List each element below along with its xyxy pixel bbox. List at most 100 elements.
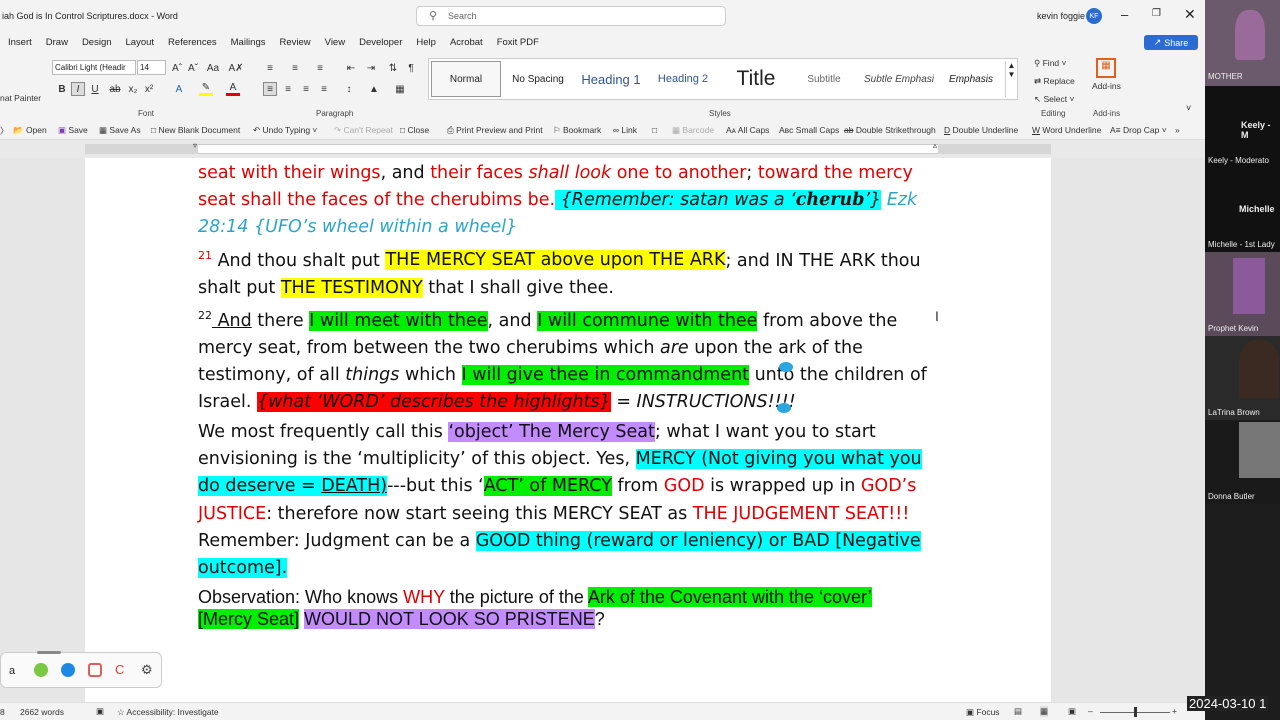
align-left-icon[interactable]: ≡ bbox=[263, 82, 277, 96]
share-button[interactable]: ↗ Share bbox=[1144, 35, 1198, 50]
change-case-icon[interactable]: Aa bbox=[206, 61, 220, 75]
restore-icon[interactable]: ❐ bbox=[1152, 8, 1161, 19]
qat-undo[interactable]: ↶ Undo Typing ˅ bbox=[253, 125, 317, 136]
qat-open[interactable]: 📂 Open bbox=[13, 125, 47, 136]
participant-tile-prophet-kevin[interactable]: Prophet Kevin bbox=[1205, 252, 1280, 336]
menu-design[interactable]: Design bbox=[82, 33, 112, 53]
increase-indent-icon[interactable]: ⇥ bbox=[364, 61, 378, 75]
right-indent-marker-icon[interactable]: ▵ bbox=[933, 141, 937, 150]
zoom-slider-thumb[interactable] bbox=[1134, 707, 1137, 717]
font-color-icon[interactable]: A bbox=[226, 82, 240, 96]
browser-icon[interactable] bbox=[61, 663, 75, 677]
qat-all-caps[interactable]: Aᴀ All Caps bbox=[726, 125, 769, 135]
print-layout-icon[interactable]: ▦ bbox=[1040, 706, 1049, 717]
focus-button[interactable]: ▣ Focus bbox=[966, 707, 1000, 718]
app-bar-grip[interactable] bbox=[37, 651, 61, 654]
proofing-icon[interactable]: ▣ bbox=[96, 706, 104, 717]
qat-double-strikethrough[interactable]: ab Double Strikethrough bbox=[844, 125, 936, 135]
decrease-indent-icon[interactable]: ⇤ bbox=[344, 61, 358, 75]
align-right-icon[interactable]: ≡ bbox=[299, 82, 313, 96]
qat-page-icon[interactable]: □ bbox=[652, 125, 657, 135]
participant-tile-latrina[interactable]: LaTrina Brown bbox=[1205, 336, 1280, 420]
text-effects-icon[interactable]: A bbox=[172, 82, 186, 96]
underline-icon[interactable]: U bbox=[88, 82, 102, 96]
qat-word-underline[interactable]: W Word Underline bbox=[1032, 125, 1101, 135]
show-marks-icon[interactable]: ¶ bbox=[404, 61, 418, 75]
menu-layout[interactable]: Layout bbox=[126, 33, 155, 53]
select-button[interactable]: ↖ Select ˅ bbox=[1034, 94, 1074, 105]
zoom-in-icon[interactable]: + bbox=[1172, 706, 1177, 716]
participant-tile-mother[interactable]: MOTHER bbox=[1205, 0, 1280, 86]
style-title[interactable]: Title bbox=[721, 61, 791, 97]
read-mode-icon[interactable]: ▤ bbox=[1014, 706, 1022, 717]
borders-icon[interactable]: ▦ bbox=[393, 82, 407, 96]
qat-double-underline[interactable]: D Double Underline bbox=[944, 125, 1018, 135]
play-icon[interactable] bbox=[34, 663, 48, 677]
qat-barcode[interactable]: ▦ Barcode bbox=[672, 125, 714, 136]
web-layout-icon[interactable]: ▣ bbox=[1068, 706, 1076, 717]
menu-help[interactable]: Help bbox=[416, 33, 436, 53]
settings-gear-icon[interactable]: ⚙ bbox=[141, 662, 153, 678]
style-no-spacing[interactable]: No Spacing bbox=[505, 61, 571, 97]
indent-marker-icon[interactable]: ▿ bbox=[193, 141, 197, 150]
menu-foxit-pdf[interactable]: Foxit PDF bbox=[497, 33, 539, 53]
line-spacing-icon[interactable]: ↕ bbox=[342, 82, 356, 96]
menu-references[interactable]: References bbox=[168, 33, 217, 53]
participant-tile-michelle[interactable]: Michelle Michelle - 1st Lady bbox=[1205, 168, 1280, 252]
paragraph-2[interactable]: We most frequently call this ‘object’ Th… bbox=[198, 419, 958, 582]
clear-format-icon[interactable]: A✗ bbox=[228, 61, 243, 75]
amazon-icon[interactable]: a bbox=[9, 665, 15, 677]
format-painter-label[interactable]: nat Painter bbox=[0, 93, 41, 103]
qat-small-caps[interactable]: Aʙᴄ Small Caps bbox=[779, 125, 839, 135]
word-count[interactable]: 2662 words bbox=[20, 707, 64, 717]
sort-icon[interactable]: ⇅ bbox=[386, 61, 400, 75]
menu-view[interactable]: View bbox=[325, 33, 345, 53]
accessibility-status[interactable]: ☆ Accessibility: Investigate bbox=[117, 707, 219, 718]
style-subtle-emphasis[interactable]: Subtle Emphasi bbox=[859, 61, 939, 97]
qat-new-document[interactable]: □ New Blank Document bbox=[151, 125, 240, 135]
numbering-icon[interactable]: ≡ bbox=[288, 61, 302, 75]
align-center-icon[interactable]: ≡ bbox=[281, 82, 295, 96]
highlight-icon[interactable]: ✎ bbox=[199, 82, 213, 96]
multilevel-icon[interactable]: ≡ bbox=[313, 61, 327, 75]
justify-icon[interactable]: ≡ bbox=[317, 82, 331, 96]
search-box[interactable]: ⚲ Search bbox=[416, 6, 726, 26]
bold-icon[interactable]: B bbox=[55, 82, 69, 96]
menu-acrobat[interactable]: Acrobat bbox=[450, 33, 483, 53]
participant-tile-donna[interactable]: Donna Butler bbox=[1205, 420, 1280, 504]
qat-more-icon[interactable]: » bbox=[1175, 125, 1180, 135]
app-c-icon[interactable]: C bbox=[115, 662, 124, 677]
addins-icon[interactable]: ▦ bbox=[1096, 58, 1116, 78]
addins-button-label[interactable]: Add-ins bbox=[1092, 81, 1121, 91]
qat-repeat[interactable]: ↷ Can't Repeat bbox=[334, 125, 393, 136]
style-heading-1[interactable]: Heading 1 bbox=[575, 61, 647, 97]
italic-icon[interactable]: I bbox=[71, 82, 85, 96]
participant-tile-keely[interactable]: Keely - M Keely - Moderato bbox=[1205, 86, 1280, 168]
drag-handle-top[interactable] bbox=[779, 362, 793, 372]
qat-link[interactable]: ∞ Link bbox=[613, 125, 637, 135]
close-icon[interactable]: ✕ bbox=[1184, 6, 1196, 23]
font-name-box[interactable]: Calibri Light (Headir bbox=[52, 60, 136, 75]
zoom-out-icon[interactable]: – bbox=[1088, 706, 1093, 716]
document-page[interactable]: seat with their wings, and their faces s… bbox=[85, 158, 1051, 702]
menu-review[interactable]: Review bbox=[280, 33, 311, 53]
page-indicator[interactable]: 8 bbox=[0, 707, 5, 717]
minimize-icon[interactable]: – bbox=[1121, 7, 1128, 22]
menu-developer[interactable]: Developer bbox=[359, 33, 402, 53]
qat-save[interactable]: ▣ Save bbox=[58, 125, 88, 136]
collapse-ribbon-icon[interactable]: ˅ bbox=[1186, 103, 1191, 113]
ruler[interactable]: ▿ ▵ bbox=[0, 140, 1205, 158]
bullets-icon[interactable]: ≡ bbox=[263, 61, 277, 75]
menu-mailings[interactable]: Mailings bbox=[231, 33, 266, 53]
avatar[interactable]: KF bbox=[1086, 8, 1102, 24]
qat-print-preview[interactable]: ⎙ Print Preview and Print bbox=[447, 125, 543, 136]
grow-font-icon[interactable]: Aˆ bbox=[170, 61, 184, 75]
style-normal[interactable]: Normal bbox=[431, 61, 501, 97]
menu-insert[interactable]: Insert bbox=[8, 33, 32, 53]
capture-icon[interactable] bbox=[88, 663, 102, 677]
shading-icon[interactable]: ▲ bbox=[367, 82, 381, 96]
qat-bookmark[interactable]: ⚐ Bookmark bbox=[553, 125, 601, 136]
style-emphasis[interactable]: Emphasis bbox=[941, 61, 1001, 97]
drag-handle-bottom[interactable] bbox=[777, 403, 791, 413]
subscript-icon[interactable]: x₂ bbox=[126, 82, 140, 96]
